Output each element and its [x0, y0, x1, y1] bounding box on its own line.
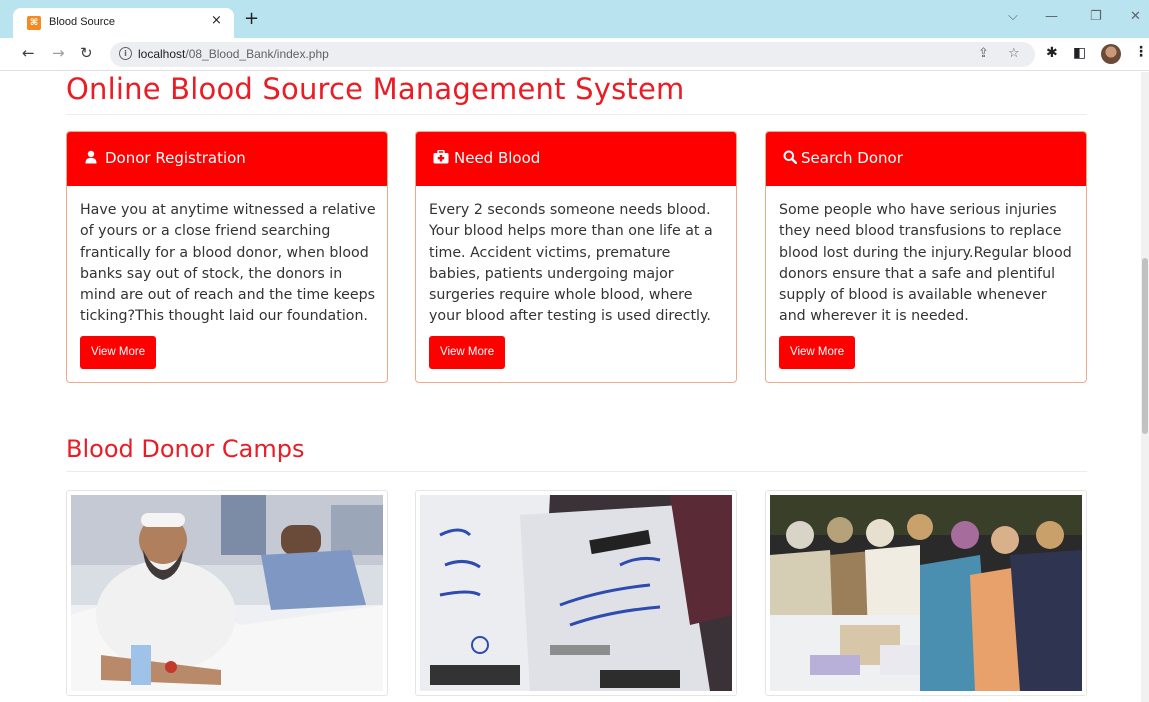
address-bar[interactable]: i localhost/08_Blood_Bank/index.php ⇪ ☆ — [110, 42, 1035, 67]
camp-crowd-illustration — [770, 495, 1082, 691]
page-title: Online Blood Source Management System — [66, 72, 685, 106]
camp-image — [770, 495, 1082, 691]
title-divider — [66, 114, 1087, 115]
tab-title: Blood Source — [49, 16, 116, 28]
search-icon — [783, 150, 797, 164]
search-donor-view-more-button[interactable]: View More — [779, 336, 856, 369]
scrollbar-thumb[interactable] — [1142, 258, 1148, 434]
share-icon[interactable]: ⇪ — [978, 46, 989, 61]
camps-divider — [66, 471, 1087, 472]
tab-strip: ⌘ Blood Source × + ⌵ — ❐ ✕ — [0, 0, 1149, 38]
extensions-puzzle-icon[interactable]: ✱ — [1046, 45, 1058, 61]
minimize-button[interactable]: — — [1045, 9, 1058, 24]
url-host: localhost — [138, 47, 186, 61]
card-text: Have you at anytime witnessed a relative… — [80, 202, 376, 325]
xampp-favicon-icon: ⌘ — [27, 16, 41, 30]
search-donor-card: Search Donor Some people who have seriou… — [765, 131, 1087, 383]
need-blood-card: Need Blood Every 2 seconds someone needs… — [415, 131, 737, 383]
close-window-button[interactable]: ✕ — [1130, 9, 1141, 24]
restore-button[interactable]: ❐ — [1090, 9, 1102, 24]
browser-toolbar: ← → ↻ i localhost/08_Blood_Bank/index.ph… — [0, 38, 1149, 71]
forward-arrow-icon[interactable]: → — [52, 44, 65, 62]
medkit-icon — [433, 150, 449, 164]
camps-title: Blood Donor Camps — [66, 435, 305, 463]
side-panel-icon[interactable]: ◧ — [1073, 45, 1086, 61]
url-text: localhost/08_Blood_Bank/index.php — [138, 47, 329, 61]
card-title: Donor Registration — [105, 149, 246, 167]
browser-menu-icon[interactable]: ⋮ — [1134, 44, 1148, 60]
card-title: Search Donor — [801, 149, 903, 167]
camp-image — [420, 495, 732, 691]
donor-photo-illustration — [71, 495, 383, 691]
card-text: Some people who have serious injuries th… — [779, 202, 1072, 325]
page-viewport: Online Blood Source Management System Do… — [0, 72, 1141, 702]
donor-registration-card: Donor Registration Have you at anytime w… — [66, 131, 388, 383]
new-tab-button[interactable]: + — [244, 10, 259, 28]
camp-photo-crowd — [765, 490, 1087, 696]
card-header: Donor Registration — [67, 132, 387, 186]
blood-bags-illustration — [420, 495, 732, 691]
camp-photo-blood-bags — [415, 490, 737, 696]
card-text: Every 2 seconds someone needs blood. You… — [429, 202, 713, 325]
page-scrollbar[interactable] — [1141, 72, 1149, 702]
tab-close-icon[interactable]: × — [211, 13, 222, 28]
bookmark-star-icon[interactable]: ☆ — [1008, 46, 1020, 61]
need-blood-view-more-button[interactable]: View More — [429, 336, 506, 369]
card-header: Search Donor — [766, 132, 1086, 186]
card-title: Need Blood — [454, 149, 541, 167]
profile-avatar[interactable] — [1101, 44, 1121, 64]
back-arrow-icon[interactable]: ← — [22, 44, 35, 62]
url-path: /08_Blood_Bank/index.php — [185, 47, 329, 61]
donor-registration-view-more-button[interactable]: View More — [80, 336, 157, 369]
camp-image — [71, 495, 383, 691]
camp-photo-donor-bed — [66, 490, 388, 696]
browser-tab[interactable]: ⌘ Blood Source × — [13, 8, 234, 38]
site-info-icon[interactable]: i — [119, 47, 132, 60]
card-header: Need Blood — [416, 132, 736, 186]
tab-search-icon[interactable]: ⌵ — [1008, 9, 1018, 24]
user-icon — [85, 150, 97, 164]
reload-icon[interactable]: ↻ — [80, 44, 93, 62]
